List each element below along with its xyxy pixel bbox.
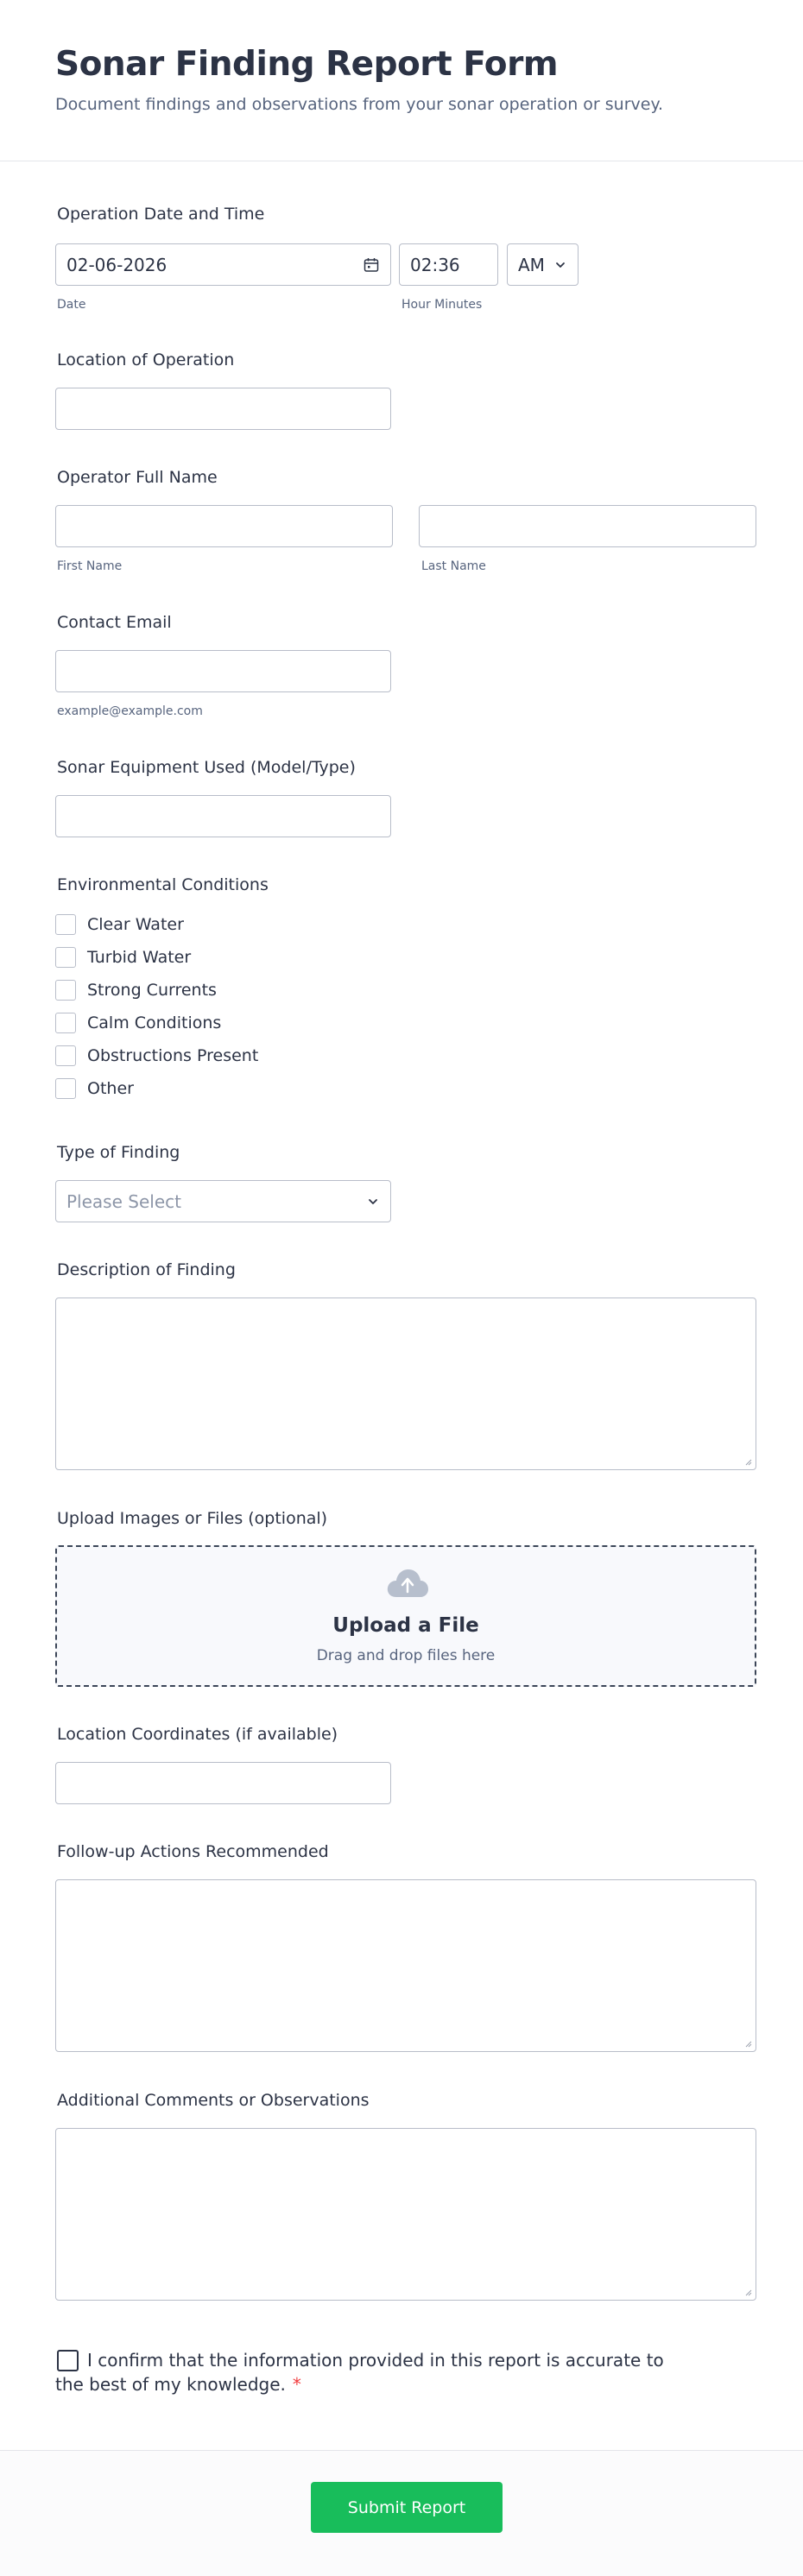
- description-label: Description of Finding: [57, 1260, 236, 1279]
- email-sublabel: example@example.com: [57, 704, 203, 718]
- comments-textarea[interactable]: [55, 2128, 756, 2301]
- select-placeholder: Please Select: [66, 1190, 181, 1212]
- location-input[interactable]: [55, 388, 391, 430]
- confirm-text: I confirm that the information provided …: [55, 2350, 664, 2395]
- calendar-icon[interactable]: [363, 256, 380, 274]
- checkbox-label: Calm Conditions: [87, 1013, 222, 1032]
- checkbox[interactable]: [55, 980, 76, 1001]
- confirm-checkbox[interactable]: [57, 2350, 79, 2371]
- checkbox-label: Turbid Water: [87, 948, 192, 967]
- date-time-label: Operation Date and Time: [57, 205, 265, 224]
- form-title: Sonar Finding Report Form: [55, 45, 558, 84]
- coordinates-label: Location Coordinates (if available): [57, 1725, 338, 1744]
- condition-option[interactable]: Turbid Water: [55, 946, 191, 969]
- chevron-down-icon: [556, 262, 565, 268]
- form-header: Sonar Finding Report Form Document findi…: [0, 0, 803, 161]
- time-sublabel: Hour Minutes: [402, 298, 483, 312]
- date-input[interactable]: 02-06-2026: [55, 243, 391, 286]
- equipment-input[interactable]: [55, 795, 391, 837]
- operator-label: Operator Full Name: [57, 468, 218, 487]
- email-label: Contact Email: [57, 613, 172, 632]
- cloud-upload-icon: [387, 1569, 428, 1597]
- time-value: 02:36: [410, 254, 460, 275]
- upload-title: Upload a File: [332, 1614, 479, 1637]
- equipment-label: Sonar Equipment Used (Model/Type): [57, 758, 356, 777]
- location-label: Location of Operation: [57, 350, 235, 369]
- conditions-label: Environmental Conditions: [57, 875, 269, 894]
- condition-option[interactable]: Other: [55, 1077, 134, 1100]
- upload-subtitle: Drag and drop files here: [316, 1647, 496, 1664]
- last-name-sublabel: Last Name: [421, 559, 486, 573]
- form-footer: Submit Report: [0, 2450, 803, 2576]
- upload-label: Upload Images or Files (optional): [57, 1509, 328, 1528]
- condition-option[interactable]: Calm Conditions: [55, 1012, 221, 1034]
- checkbox-label: Strong Currents: [87, 981, 217, 1000]
- resize-grip-icon[interactable]: [743, 2288, 752, 2296]
- finding-type-label: Type of Finding: [57, 1143, 180, 1162]
- required-mark: *: [292, 2374, 301, 2395]
- submit-button[interactable]: Submit Report: [311, 2482, 503, 2533]
- form-subtitle: Document findings and observations from …: [55, 95, 664, 114]
- checkbox[interactable]: [55, 914, 76, 935]
- comments-label: Additional Comments or Observations: [57, 2091, 370, 2110]
- checkbox[interactable]: [55, 1078, 76, 1099]
- checkbox-label: Clear Water: [87, 915, 184, 934]
- email-input[interactable]: [55, 650, 391, 692]
- resize-grip-icon[interactable]: [743, 2039, 752, 2048]
- first-name-sublabel: First Name: [57, 559, 123, 573]
- checkbox-label: Other: [87, 1079, 134, 1098]
- checkbox[interactable]: [55, 1045, 76, 1066]
- condition-option[interactable]: Clear Water: [55, 913, 184, 936]
- description-textarea[interactable]: [55, 1297, 756, 1470]
- file-upload-dropzone[interactable]: Upload a File Drag and drop files here: [55, 1545, 756, 1687]
- checkbox-label: Obstructions Present: [87, 1046, 259, 1065]
- checkbox[interactable]: [55, 1013, 76, 1033]
- condition-option[interactable]: Obstructions Present: [55, 1045, 258, 1067]
- confirm-row[interactable]: I confirm that the information provided …: [55, 2348, 694, 2396]
- ampm-select[interactable]: AM: [507, 243, 579, 286]
- resize-grip-icon[interactable]: [743, 1457, 752, 1466]
- checkbox[interactable]: [55, 947, 76, 968]
- coordinates-input[interactable]: [55, 1762, 391, 1804]
- ampm-value: AM: [518, 254, 545, 275]
- last-name-input[interactable]: [419, 505, 756, 547]
- date-value: 02-06-2026: [66, 254, 168, 275]
- time-input[interactable]: 02:36: [399, 243, 498, 286]
- condition-option[interactable]: Strong Currents: [55, 979, 217, 1001]
- first-name-input[interactable]: [55, 505, 393, 547]
- date-sublabel: Date: [57, 298, 86, 312]
- followup-label: Follow-up Actions Recommended: [57, 1842, 329, 1861]
- finding-type-select[interactable]: Please Select: [55, 1180, 391, 1222]
- chevron-down-icon: [369, 1199, 377, 1204]
- followup-textarea[interactable]: [55, 1879, 756, 2052]
